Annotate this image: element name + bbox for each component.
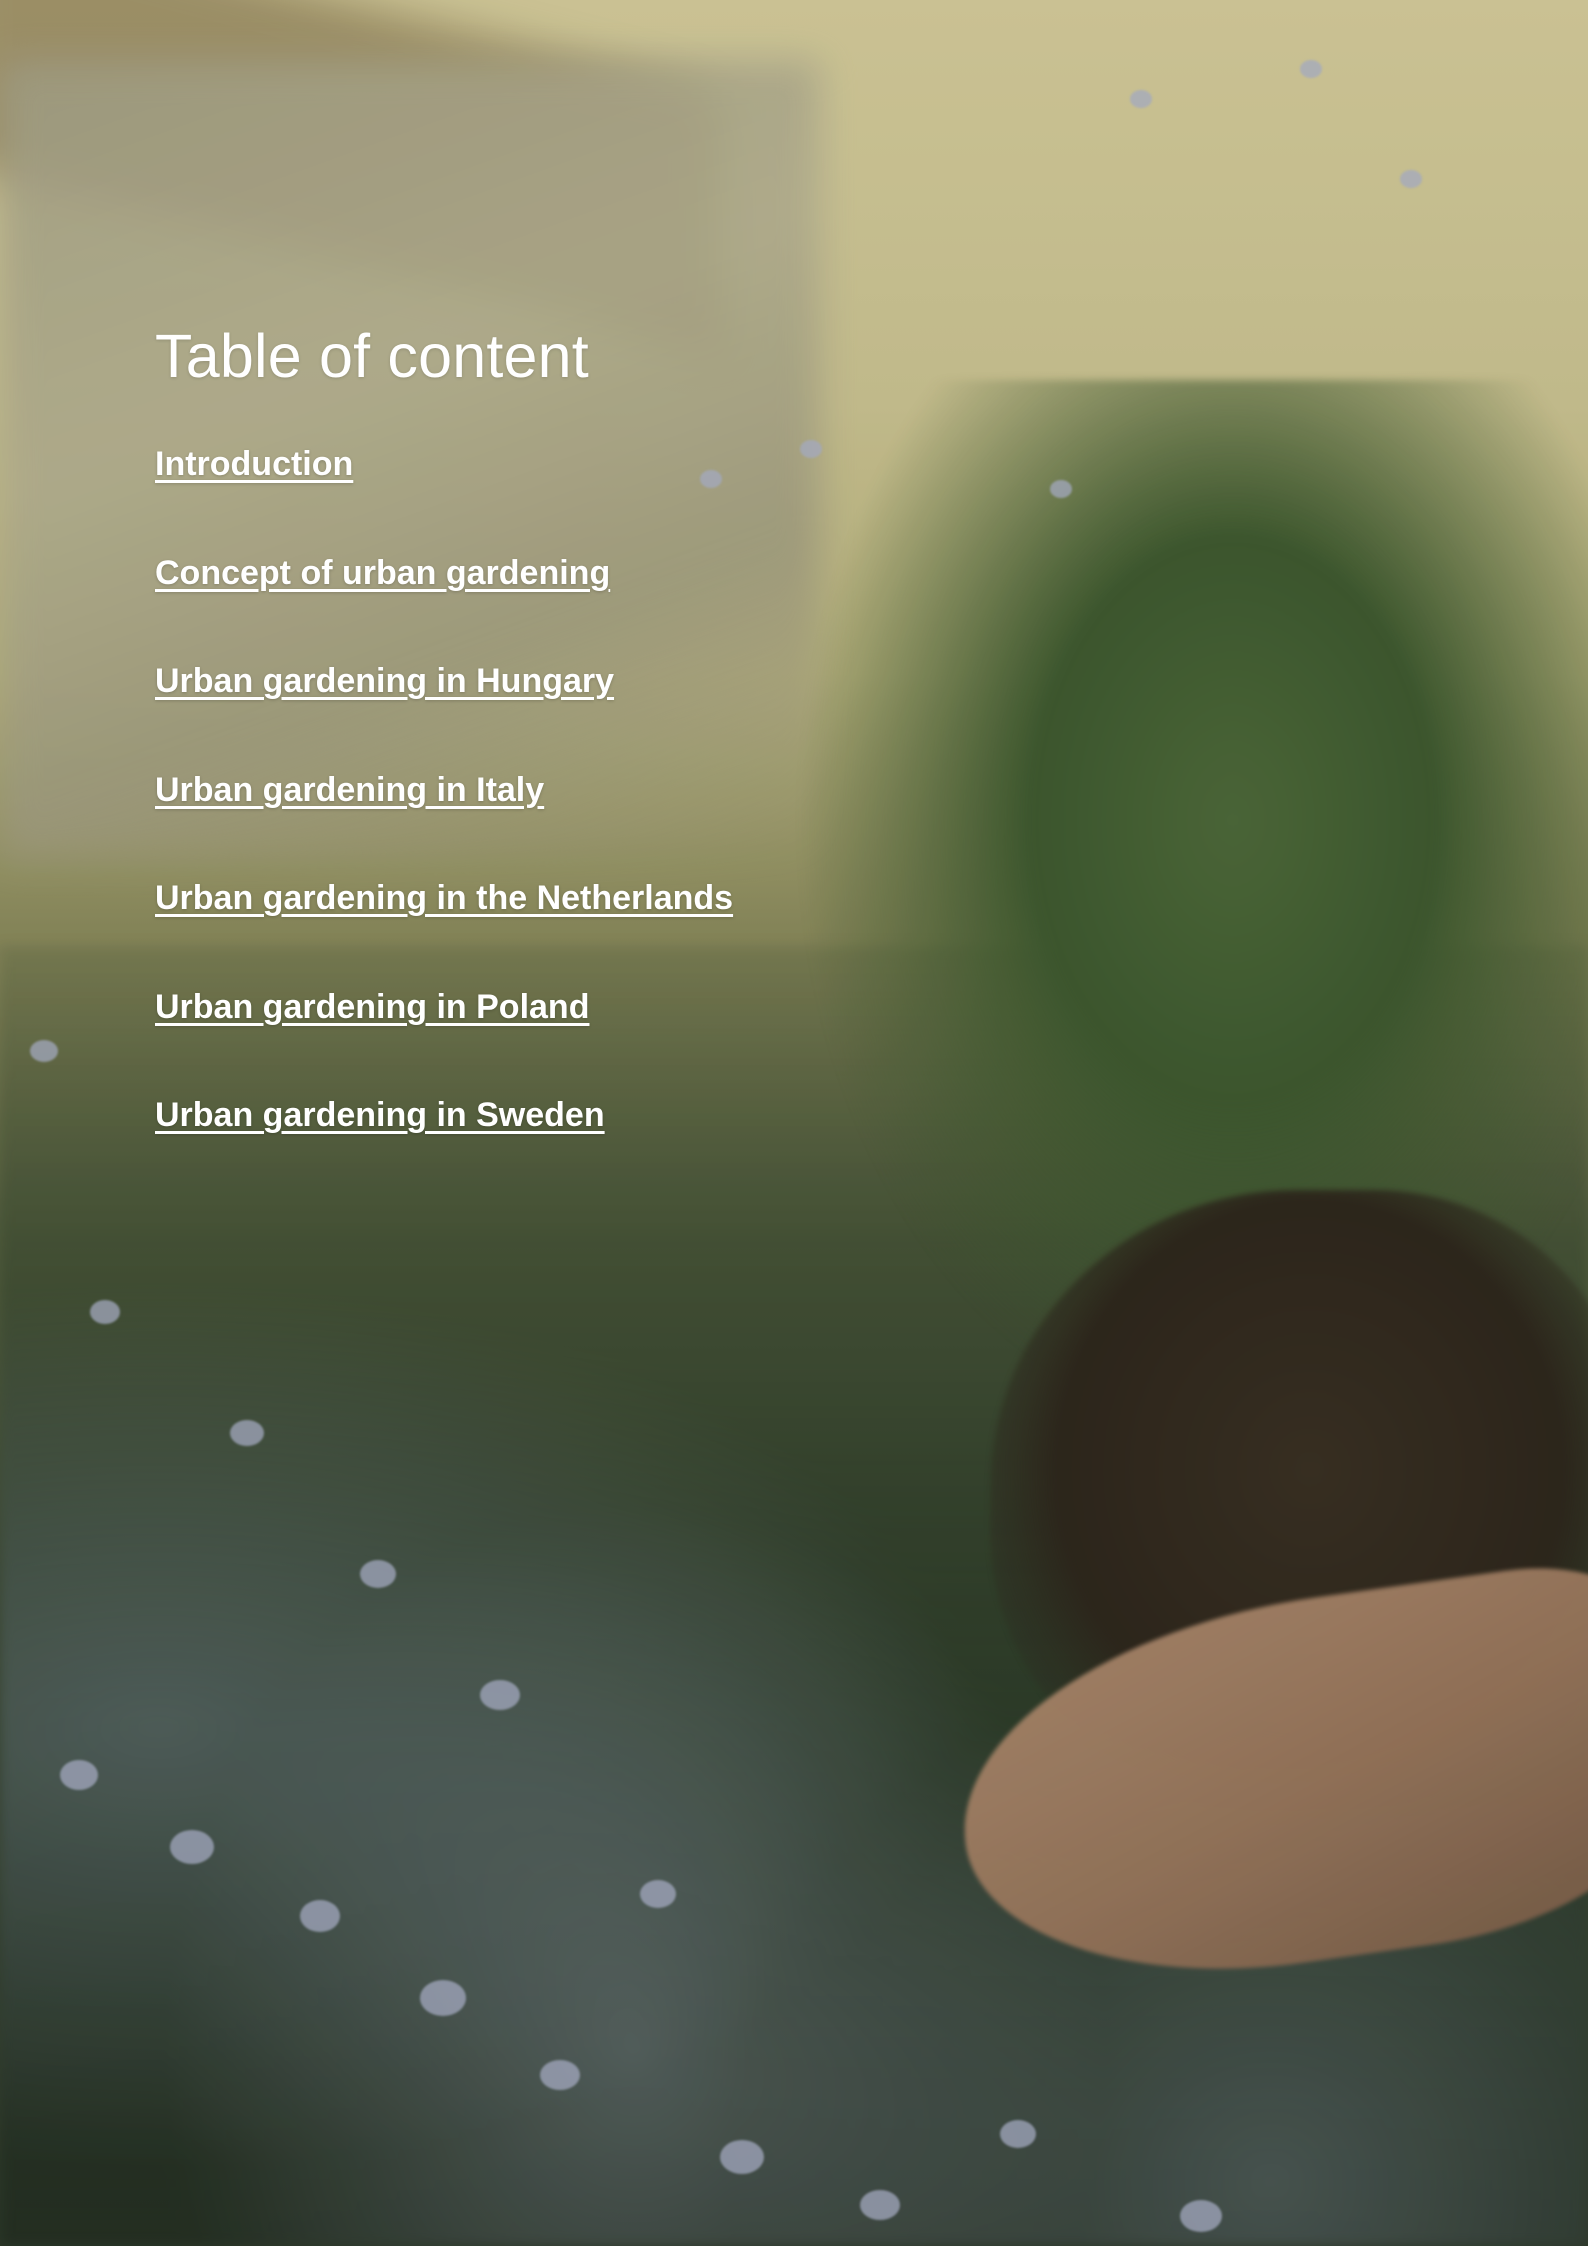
toc-item: Urban gardening in Poland xyxy=(155,988,1055,1097)
toc-item: Urban gardening in Hungary xyxy=(155,662,1055,771)
toc-link-italy[interactable]: Urban gardening in Italy xyxy=(155,771,544,809)
document-page: Table of content Introduction Concept of… xyxy=(0,0,1588,2246)
toc-item: Introduction xyxy=(155,445,1055,554)
toc-item: Concept of urban gardening xyxy=(155,554,1055,663)
toc-link-netherlands[interactable]: Urban gardening in the Netherlands xyxy=(155,879,733,917)
toc-list: Introduction Concept of urban gardening … xyxy=(155,445,1055,1205)
toc-link-introduction[interactable]: Introduction xyxy=(155,445,353,483)
page-title: Table of content xyxy=(155,322,589,390)
toc-link-hungary[interactable]: Urban gardening in Hungary xyxy=(155,662,614,700)
toc-item: Urban gardening in Italy xyxy=(155,771,1055,880)
toc-link-concept[interactable]: Concept of urban gardening xyxy=(155,554,610,592)
toc-item: Urban gardening in Sweden xyxy=(155,1096,1055,1205)
toc-item: Urban gardening in the Netherlands xyxy=(155,879,1055,988)
toc-link-sweden[interactable]: Urban gardening in Sweden xyxy=(155,1096,605,1134)
table-of-contents: Table of content Introduction Concept of… xyxy=(155,320,1055,1205)
toc-link-poland[interactable]: Urban gardening in Poland xyxy=(155,988,589,1026)
